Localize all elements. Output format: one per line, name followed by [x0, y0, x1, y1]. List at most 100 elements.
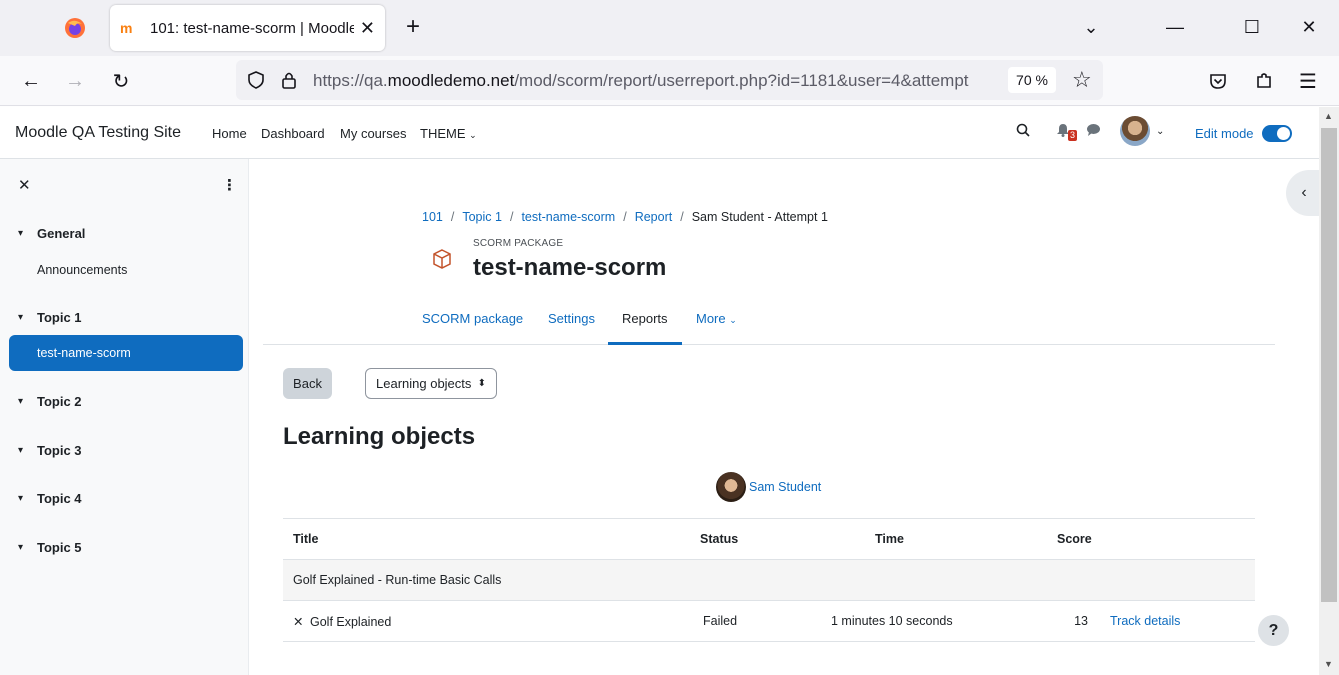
chevron-down-icon: ▾	[18, 396, 24, 407]
minimize-icon[interactable]: —	[1160, 12, 1190, 42]
user-avatar[interactable]	[1120, 116, 1150, 146]
forward-arrow-icon[interactable]: →	[60, 66, 90, 96]
maximize-icon[interactable]: ☐	[1237, 12, 1267, 42]
breadcrumb-report[interactable]: Report	[635, 210, 673, 224]
user-menu-chevron-icon[interactable]: ⌄	[1156, 126, 1164, 137]
section-topic-1[interactable]: ▾ Topic 1	[18, 310, 82, 325]
row-time: 1 minutes 10 seconds	[817, 600, 992, 642]
page-title: test-name-scorm	[473, 254, 667, 281]
shield-icon[interactable]	[246, 70, 266, 93]
close-window-icon[interactable]: ✕	[1294, 12, 1324, 42]
table-header-row: Title Status Time Score	[283, 518, 1255, 560]
scroll-up-icon[interactable]: ▲	[1324, 111, 1333, 121]
close-drawer-icon[interactable]: ✕	[18, 176, 31, 194]
browser-tab[interactable]: m 101: test-name-scorm | Moodle ✕	[110, 5, 385, 51]
report-type-select[interactable]: Learning objects ⬍	[365, 368, 497, 399]
nav-my-courses[interactable]: My courses	[340, 126, 406, 141]
nav-dashboard[interactable]: Dashboard	[261, 126, 325, 141]
col-status: Status	[690, 518, 817, 560]
open-block-drawer-button[interactable]: ‹	[1286, 170, 1322, 216]
tab-settings[interactable]: Settings	[548, 311, 595, 326]
close-tab-icon[interactable]: ✕	[360, 18, 375, 39]
breadcrumb: 101/ Topic 1/ test-name-scorm / Report / S…	[422, 210, 828, 224]
moodle-top-navbar: Moodle QA Testing Site Home Dashboard My…	[0, 107, 1319, 159]
search-icon[interactable]	[1016, 123, 1030, 140]
package-icon	[431, 248, 453, 276]
chevron-left-icon: ‹	[1301, 184, 1307, 201]
secondary-navigation: SCORM package Settings Reports More ⌄	[263, 295, 1275, 345]
nav-home[interactable]: Home	[212, 126, 247, 141]
messages-icon[interactable]	[1086, 123, 1101, 140]
breadcrumb-activity[interactable]: test-name-scorm	[521, 210, 615, 224]
main-content: 101/ Topic 1/ test-name-scorm / Report / S…	[249, 159, 1322, 675]
tab-more[interactable]: More ⌄	[696, 311, 737, 326]
drawer-item-announcements[interactable]: Announcements	[37, 263, 127, 277]
reload-icon[interactable]: ↻	[106, 66, 136, 96]
section-topic-4[interactable]: ▾ Topic 4	[18, 491, 82, 506]
course-index-drawer: ✕ ⋮ ▾ General Announcements ▾ Topic 1 test…	[0, 159, 249, 675]
edit-mode-label: Edit mode	[1195, 126, 1254, 141]
drawer-item-test-name-scorm[interactable]: test-name-scorm	[9, 335, 243, 371]
breadcrumb-course[interactable]: 101	[422, 210, 443, 224]
track-details-link[interactable]: Track details	[1110, 614, 1180, 628]
chevron-down-icon: ▾	[18, 228, 24, 239]
row-title: Golf Explained	[310, 614, 392, 629]
table-group-row: Golf Explained - Run-time Basic Calls	[283, 559, 1255, 601]
firefox-icon[interactable]	[62, 15, 88, 41]
nav-theme[interactable]: THEME ⌄	[420, 126, 477, 141]
tab-list-chevron-icon[interactable]: ⌄	[1076, 12, 1106, 42]
chevron-down-icon: ▾	[18, 445, 24, 456]
tab-scorm-package[interactable]: SCORM package	[422, 311, 523, 326]
table-row: ✕ Golf Explained Failed 1 minutes 10 seco…	[283, 600, 1255, 642]
browser-tab-bar: m 101: test-name-scorm | Moodle ✕ + ⌄ — …	[0, 0, 1339, 56]
activity-type-label: SCORM PACKAGE	[473, 238, 564, 249]
help-button[interactable]: ?	[1258, 615, 1289, 646]
student-avatar[interactable]	[716, 472, 746, 502]
chevron-down-icon: ▾	[18, 312, 24, 323]
address-bar[interactable]: https://qa.moodledemo.net/mod/scorm/repo…	[236, 60, 1103, 100]
back-arrow-icon[interactable]: ←	[16, 66, 46, 96]
moodle-favicon-icon: m	[120, 20, 133, 36]
new-tab-button[interactable]: +	[399, 13, 427, 41]
menu-hamburger-icon[interactable]: ☰	[1293, 66, 1323, 96]
chevron-down-icon: ⌄	[729, 315, 737, 325]
pocket-icon[interactable]	[1203, 66, 1233, 96]
group-title: Golf Explained - Run-time Basic Calls	[283, 559, 1255, 601]
bookmark-star-icon[interactable]: ☆	[1072, 68, 1092, 92]
row-score: 13	[992, 600, 1100, 642]
section-heading: Learning objects	[283, 423, 476, 450]
chevron-down-icon: ⌄	[469, 130, 477, 140]
col-time: Time	[817, 518, 992, 560]
site-name[interactable]: Moodle QA Testing Site	[15, 124, 181, 142]
drawer-options-icon[interactable]: ⋮	[222, 176, 237, 194]
section-topic-2[interactable]: ▾ Topic 2	[18, 394, 82, 409]
section-topic-5[interactable]: ▾ Topic 5	[18, 540, 82, 555]
col-score: Score	[992, 518, 1100, 560]
learning-objects-table: Title Status Time Score Golf Explained -…	[283, 518, 1255, 642]
section-general[interactable]: ▾ General	[18, 226, 85, 241]
col-actions	[1100, 518, 1255, 560]
url-text[interactable]: https://qa.moodledemo.net/mod/scorm/repo…	[313, 71, 1003, 91]
section-topic-3[interactable]: ▾ Topic 3	[18, 443, 82, 458]
back-button[interactable]: Back	[283, 368, 332, 399]
tab-title: 101: test-name-scorm | Moodle	[150, 19, 354, 37]
scrollbar-thumb[interactable]	[1321, 128, 1337, 602]
breadcrumb-current: Sam Student - Attempt 1	[691, 210, 828, 224]
tab-reports[interactable]: Reports	[622, 311, 668, 326]
active-tab-indicator	[608, 342, 682, 345]
scroll-down-icon[interactable]: ▼	[1324, 659, 1333, 669]
edit-mode-toggle[interactable]	[1262, 125, 1292, 142]
lock-icon[interactable]	[280, 70, 298, 93]
select-arrows-icon: ⬍	[477, 378, 486, 389]
user-info: Sam Student	[716, 472, 821, 502]
student-name-link[interactable]: Sam Student	[749, 480, 821, 494]
page-scrollbar[interactable]: ▲ ▼	[1319, 107, 1339, 675]
browser-nav-bar: ← → ↻ https://qa.moodledemo.net/mod/scor…	[0, 56, 1339, 106]
row-status: Failed	[690, 600, 817, 642]
breadcrumb-topic[interactable]: Topic 1	[462, 210, 502, 224]
zoom-level-badge[interactable]: 70 %	[1008, 67, 1056, 93]
chevron-down-icon: ▾	[18, 542, 24, 553]
chevron-down-icon: ▾	[18, 493, 24, 504]
notification-count-badge: 3	[1068, 130, 1078, 141]
extensions-icon[interactable]	[1249, 66, 1279, 96]
